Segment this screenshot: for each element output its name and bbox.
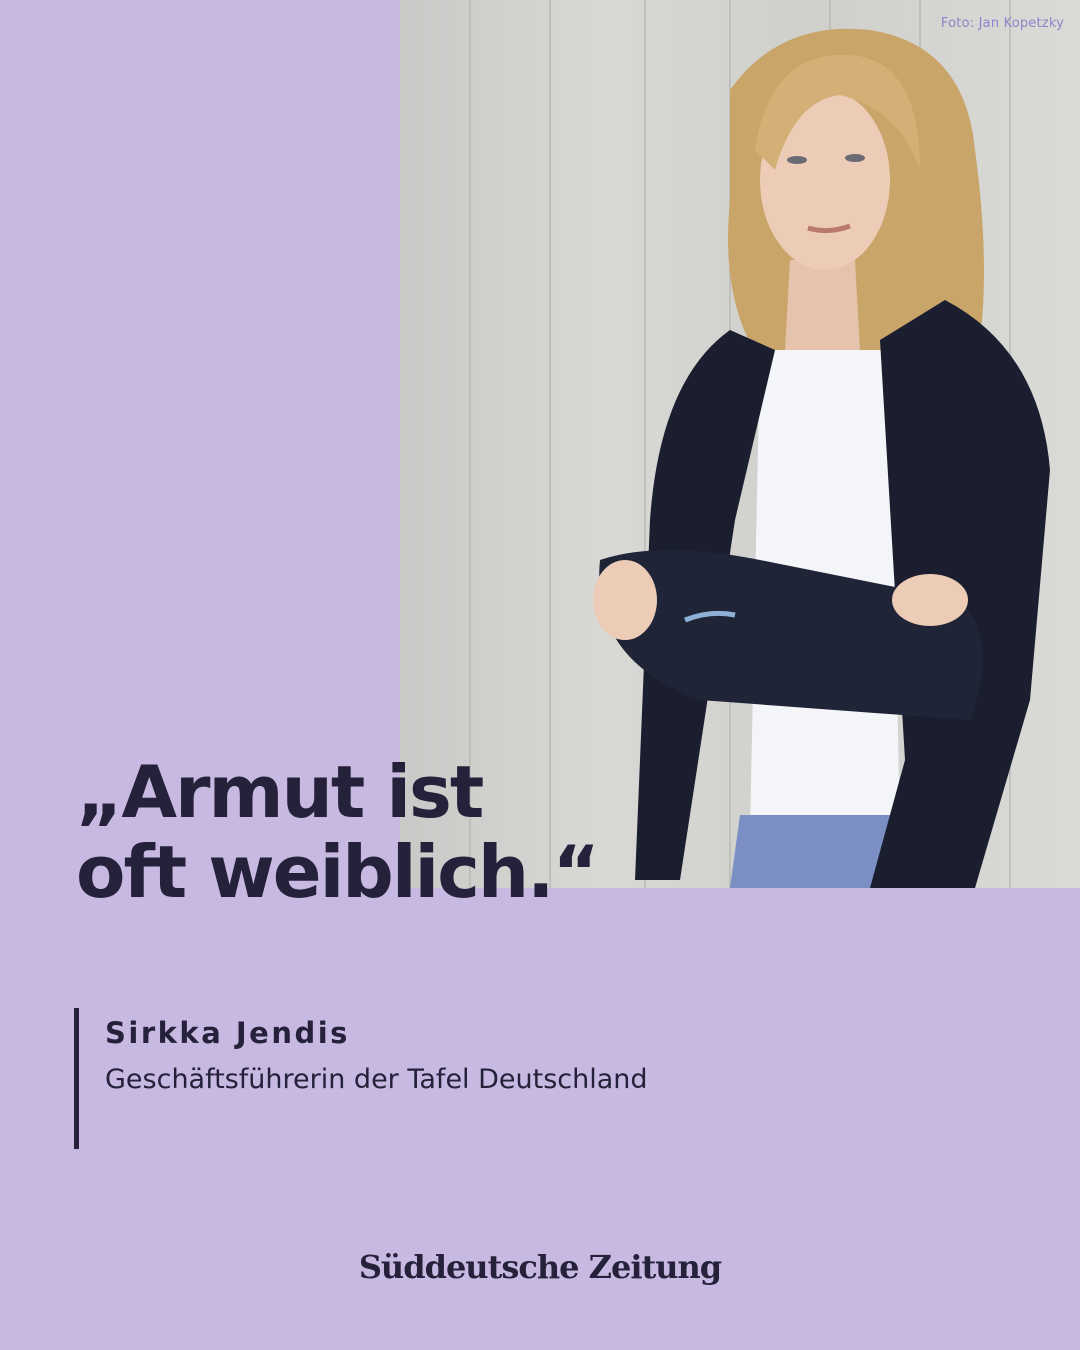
speaker-name: Sirkka Jendis: [105, 1016, 350, 1050]
quote-attribution: Sirkka Jendis Geschäftsführerin der Tafe…: [74, 1008, 648, 1149]
quote-headline: „Armut ist oft weiblich.“: [76, 752, 716, 912]
brand-logo: Süddeutsche Zeitung: [358, 1248, 722, 1286]
quote-line-1: „Armut ist: [76, 750, 484, 834]
quote-line-2: oft weiblich.“: [76, 830, 600, 914]
photo-credit: Foto: Jan Kopetzky: [940, 16, 1064, 31]
speaker-role: Geschäftsführerin der Tafel Deutschland: [105, 1064, 648, 1095]
